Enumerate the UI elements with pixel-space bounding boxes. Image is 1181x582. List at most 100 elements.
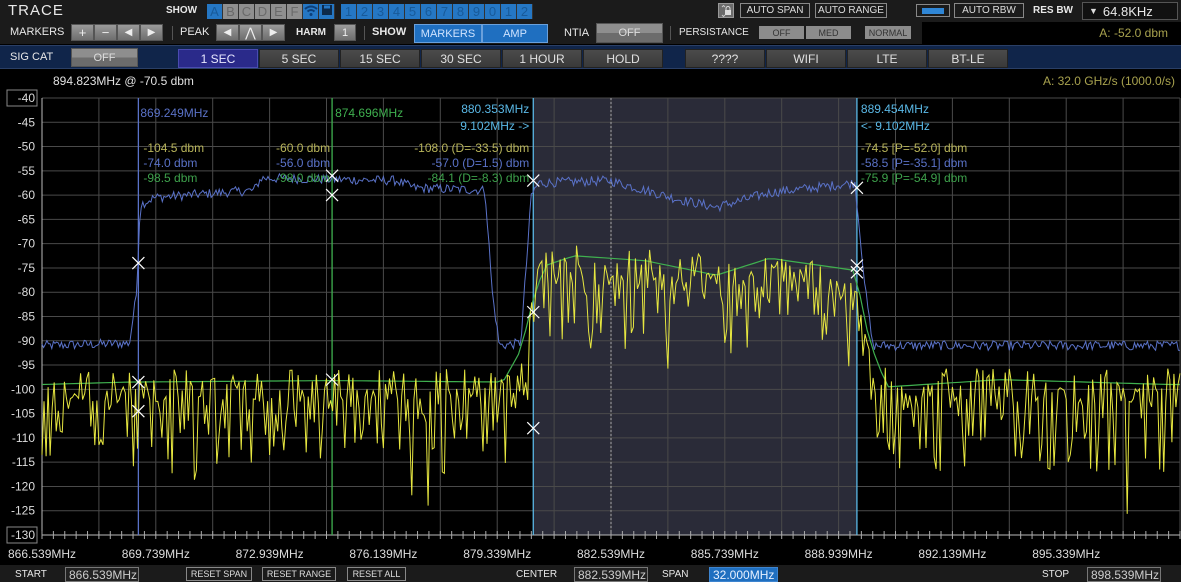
- marker-1-frequency: 869.249MHz: [140, 106, 208, 120]
- start-label: START: [15, 569, 47, 580]
- category-lte-button[interactable]: LTE: [847, 49, 927, 68]
- divider: [670, 26, 671, 40]
- x-tick-label: 892.139MHz: [918, 547, 987, 561]
- marker-3-value: -108.0 (D=-33.5) dbm: [414, 141, 529, 155]
- center-frequency-input[interactable]: 882.539MHz: [574, 567, 648, 582]
- category-btle-button[interactable]: BT-LE: [928, 49, 1008, 68]
- y-tick-label: -70: [18, 237, 36, 251]
- trace-toggle-c[interactable]: C: [239, 4, 255, 19]
- y-tick-label: -95: [18, 358, 36, 372]
- top-toolbar: TRACE SHOW A B C D E F 1 2 3 4 5 6 7 8 9…: [0, 0, 1181, 22]
- number-toggle[interactable]: 3: [373, 4, 389, 19]
- trace-toggle-b[interactable]: B: [223, 4, 239, 19]
- y-tick-label: -105: [11, 407, 35, 421]
- marker-prev-button[interactable]: ◀: [117, 24, 140, 41]
- trace-toggle-e[interactable]: E: [271, 4, 287, 19]
- res-bw-select[interactable]: ▼ 64.8KHz: [1082, 2, 1178, 20]
- rbw-indicator-fill: [922, 7, 944, 14]
- peak-find-button[interactable]: ⋀: [239, 24, 262, 41]
- span-input[interactable]: 32.000MHz: [709, 567, 778, 582]
- signal-category-toolbar: SIG CAT OFF 1 SEC 5 SEC 15 SEC 30 SEC 1 …: [0, 45, 1181, 69]
- reset-range-button[interactable]: RESET RANGE: [262, 567, 336, 581]
- marker-next-button[interactable]: ▶: [140, 24, 163, 41]
- marker-2-frequency: 874.696MHz: [335, 106, 403, 120]
- time-1sec-button[interactable]: 1 SEC: [178, 49, 258, 68]
- spectrum-plot[interactable]: -40 -45 -50 -55 -60 -65 -70 -75 -80 -85 -90 -95 -100…: [0, 88, 1181, 546]
- peak-next-button[interactable]: ▶: [262, 24, 285, 41]
- number-toggles: 1 2 3 4 5 6 7 8 9 0 1 2: [341, 4, 533, 19]
- number-toggle[interactable]: 1: [501, 4, 517, 19]
- divider: [364, 26, 365, 40]
- number-toggle[interactable]: 1: [341, 4, 357, 19]
- y-tick-label: -110: [12, 431, 35, 445]
- marker-3-value: -84.1 (D=-8.3) dbm: [428, 171, 530, 185]
- show-amp-button[interactable]: AMP: [482, 24, 548, 43]
- trace-toggle-a[interactable]: A: [207, 4, 223, 19]
- sigcat-toggle[interactable]: OFF: [71, 48, 138, 67]
- save-icon[interactable]: [319, 4, 335, 19]
- x-tick-label: 876.139MHz: [349, 547, 418, 561]
- auto-span-button[interactable]: AUTO SPAN: [740, 3, 810, 18]
- time-5sec-button[interactable]: 5 SEC: [259, 49, 339, 68]
- x-tick-label: 872.939MHz: [235, 547, 304, 561]
- y-tick-label: -45: [18, 115, 36, 129]
- number-toggle[interactable]: 5: [405, 4, 421, 19]
- number-toggle[interactable]: 7: [437, 4, 453, 19]
- marker-3-delta: 9.102MHz ->: [460, 119, 529, 133]
- y-tick-label: -125: [11, 504, 35, 518]
- number-toggle[interactable]: 9: [469, 4, 485, 19]
- persistance-label: PERSISTANCE: [679, 27, 749, 38]
- y-tick-label: -50: [18, 140, 36, 154]
- x-tick-label: 888.939MHz: [804, 547, 873, 561]
- marker-1-value: -98.5 dbm: [143, 171, 197, 185]
- time-15sec-button[interactable]: 15 SEC: [340, 49, 420, 68]
- marker-2-value: -98.0 dbm: [276, 171, 330, 185]
- auto-range-button[interactable]: AUTO RANGE: [815, 3, 887, 18]
- res-bw-value: 64.8KHz: [1102, 3, 1153, 19]
- rbw-indicator[interactable]: [916, 4, 950, 17]
- divider: [172, 26, 173, 40]
- reset-all-button[interactable]: RESET ALL: [347, 567, 406, 581]
- markers-toolbar: MARKERS + − ◀ ▶ PEAK ◀ ⋀ ▶ HARM 1 SHOW M…: [0, 22, 1181, 44]
- frequency-bar: START 866.539MHz RESET SPAN RESET RANGE …: [0, 565, 1181, 582]
- category-wifi-button[interactable]: WIFI: [766, 49, 846, 68]
- persistance-med-button[interactable]: MED: [806, 26, 851, 39]
- ntia-toggle[interactable]: OFF: [596, 23, 663, 43]
- peak-label: PEAK: [180, 26, 210, 38]
- y-tick-label: -40: [18, 91, 36, 105]
- remove-marker-button[interactable]: −: [94, 24, 117, 41]
- number-toggle[interactable]: 2: [357, 4, 373, 19]
- number-toggle[interactable]: 8: [453, 4, 469, 19]
- wifi-icon[interactable]: [303, 4, 319, 19]
- time-30sec-button[interactable]: 30 SEC: [421, 49, 501, 68]
- y-tick-label: -85: [18, 310, 36, 324]
- number-toggle[interactable]: 2: [517, 4, 533, 19]
- harm-value-button[interactable]: 1: [334, 24, 356, 41]
- peak-prev-button[interactable]: ◀: [216, 24, 239, 41]
- stop-frequency-input[interactable]: 898.539MHz: [1087, 567, 1161, 582]
- y-tick-label: -130: [11, 528, 35, 542]
- category-unknown-button[interactable]: ????: [685, 49, 765, 68]
- show-markers-button[interactable]: MARKERS: [414, 24, 482, 43]
- number-toggle[interactable]: 6: [421, 4, 437, 19]
- persistance-normal-button[interactable]: NORMAL: [865, 26, 911, 39]
- number-toggle[interactable]: 0: [485, 4, 501, 19]
- center-label: CENTER: [516, 569, 558, 580]
- time-1hour-button[interactable]: 1 HOUR: [502, 49, 582, 68]
- persistance-off-button[interactable]: OFF: [759, 26, 804, 39]
- marker-2-value: -56.0 dbm: [276, 156, 330, 170]
- reset-span-button[interactable]: RESET SPAN: [186, 567, 252, 581]
- trace-toggle-d[interactable]: D: [255, 4, 271, 19]
- number-toggle[interactable]: 4: [389, 4, 405, 19]
- y-tick-label: -90: [18, 334, 36, 348]
- auto-rbw-button[interactable]: AUTO RBW: [954, 3, 1024, 18]
- add-marker-button[interactable]: +: [71, 24, 94, 41]
- y-tick-label: -60: [18, 188, 36, 202]
- show-label-2: SHOW: [372, 26, 407, 38]
- show-label: SHOW: [166, 5, 198, 16]
- lock-icon[interactable]: [718, 3, 734, 18]
- start-frequency-input[interactable]: 866.539MHz: [65, 567, 139, 582]
- trace-toggle-f[interactable]: F: [287, 4, 303, 19]
- time-hold-button[interactable]: HOLD: [583, 49, 663, 68]
- markers-button-group: + − ◀ ▶: [71, 24, 163, 41]
